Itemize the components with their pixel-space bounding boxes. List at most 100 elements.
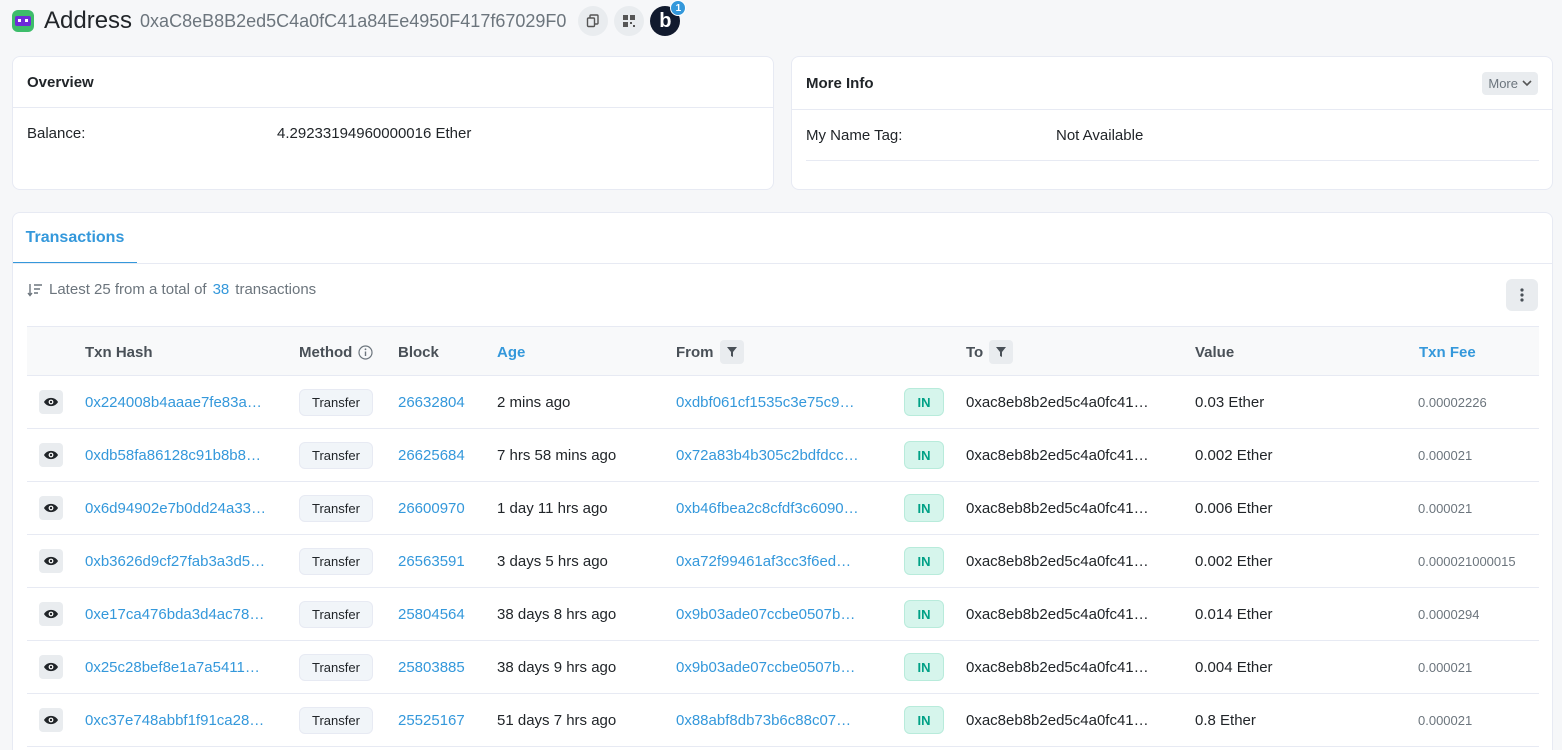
eye-icon[interactable] xyxy=(39,602,63,626)
txn-fee-cell: 0.000021 xyxy=(1418,659,1473,675)
blockscan-letter: b xyxy=(659,9,672,32)
direction-badge: IN xyxy=(904,547,944,575)
direction-badge: IN xyxy=(904,388,944,416)
txn-hash-link[interactable]: 0xc37e748abbf1f91ca28… xyxy=(85,712,277,729)
age-cell-cell: 51 days 7 hrs ago xyxy=(497,694,616,746)
eye-icon[interactable] xyxy=(39,443,63,467)
from-address-link[interactable]: 0x72a83b4b305c2bdfdcc… xyxy=(676,447,868,464)
more-info-card: More Info More My Name Tag: Not Availabl… xyxy=(791,56,1553,190)
copy-button[interactable] xyxy=(578,6,609,36)
from-filter-button[interactable] xyxy=(719,340,744,364)
from-address-link[interactable]: 0x9b03ade07ccbe0507b… xyxy=(676,606,868,623)
preview-cell xyxy=(39,641,63,693)
qr-code-button[interactable] xyxy=(614,6,645,36)
from-address-link[interactable]: 0x9b03ade07ccbe0507b… xyxy=(676,659,868,676)
table-row: 0xdb58fa86128c91b8b8… Transfer 26625684 7 h… xyxy=(27,429,1539,482)
method-cell: Transfer xyxy=(299,588,373,640)
to-address: 0xac8eb8b2ed5c4a0fc41… xyxy=(966,658,1149,676)
value-cell-cell: 0.014 Ether xyxy=(1195,588,1273,640)
col-txn-fee[interactable]: Txn Fee xyxy=(1419,327,1476,377)
chevron-down-icon xyxy=(1522,80,1532,87)
block-link[interactable]: 25803885 xyxy=(398,659,465,676)
txn-hash-link[interactable]: 0xb3626d9cf27fab3a3d5… xyxy=(85,553,277,570)
tab-divider xyxy=(13,263,1552,264)
from-address-link[interactable]: 0xb46fbea2c8cfdf3c6090… xyxy=(676,500,868,517)
method-badge: Transfer xyxy=(299,494,373,522)
method-badge: Transfer xyxy=(299,706,373,734)
block-link[interactable]: 26632804 xyxy=(398,394,465,411)
method-badge: Transfer xyxy=(299,547,373,575)
txn-hash-link-cell: 0x25c28bef8e1a7a5411… xyxy=(85,641,277,693)
eye-icon[interactable] xyxy=(39,549,63,573)
value-cell-cell: 0.8 Ether xyxy=(1195,694,1256,746)
summary-count[interactable]: 38 xyxy=(213,281,230,298)
direction-cell: IN xyxy=(904,588,944,640)
txn-fee-cell-cell: 0.000021000015 xyxy=(1418,535,1516,587)
summary-suffix: transactions xyxy=(235,281,317,298)
name-tag-value: Not Available xyxy=(1056,126,1144,144)
block-link-cell: 26563591 xyxy=(398,535,465,587)
block-link[interactable]: 26625684 xyxy=(398,447,465,464)
txn-fee-cell: 0.000021 xyxy=(1418,500,1473,516)
value-cell-cell: 0.004 Ether xyxy=(1195,641,1273,693)
blockscan-chat-button[interactable]: b 1 xyxy=(650,0,687,36)
to-address: 0xac8eb8b2ed5c4a0fc41… xyxy=(966,446,1149,464)
direction-badge: IN xyxy=(904,706,944,734)
txn-hash-link[interactable]: 0xe17ca476bda3d4ac78… xyxy=(85,606,277,623)
transactions-table: Txn Hash Method Block Age From To Value … xyxy=(27,326,1539,747)
to-address-cell: 0xac8eb8b2ed5c4a0fc41… xyxy=(966,588,1158,640)
direction-cell: IN xyxy=(904,641,944,693)
txn-hash-link[interactable]: 0x224008b4aaae7fe83a… xyxy=(85,394,277,411)
eye-icon[interactable] xyxy=(39,708,63,732)
method-cell: Transfer xyxy=(299,535,373,587)
value-cell: 0.014 Ether xyxy=(1195,605,1273,623)
block-link[interactable]: 26563591 xyxy=(398,553,465,570)
col-value: Value xyxy=(1195,343,1235,361)
direction-cell: IN xyxy=(904,376,944,428)
from-address-link-cell: 0x9b03ade07ccbe0507b… xyxy=(676,588,868,640)
txn-fee-cell-cell: 0.000021 xyxy=(1418,482,1472,534)
more-info-header: More Info More xyxy=(792,57,1552,110)
more-dropdown-button[interactable]: More xyxy=(1482,71,1538,95)
direction-badge: IN xyxy=(904,441,944,469)
txn-hash-link[interactable]: 0x25c28bef8e1a7a5411… xyxy=(85,659,277,676)
to-filter-button[interactable] xyxy=(989,340,1014,364)
txn-hash-link-cell: 0xb3626d9cf27fab3a3d5… xyxy=(85,535,277,587)
table-row: 0xe17ca476bda3d4ac78… Transfer 25804564 38 … xyxy=(27,588,1539,641)
txn-fee-cell: 0.000021 xyxy=(1418,447,1473,463)
block-link-cell: 26600970 xyxy=(398,482,465,534)
block-link[interactable]: 25525167 xyxy=(398,712,465,729)
from-address-link[interactable]: 0xdbf061cf1535c3e75c9… xyxy=(676,394,868,411)
info-icon[interactable] xyxy=(358,344,373,360)
value-cell-cell: 0.03 Ether xyxy=(1195,376,1264,428)
txn-hash-link[interactable]: 0x6d94902e7b0dd24a33… xyxy=(85,500,277,517)
eye-icon[interactable] xyxy=(39,496,63,520)
method-badge: Transfer xyxy=(299,388,373,416)
balance-value: 4.29233194960000016 Ether xyxy=(277,125,472,142)
table-row: 0x25c28bef8e1a7a5411… Transfer 25803885 38 … xyxy=(27,641,1539,694)
from-address-link[interactable]: 0xa72f99461af3cc3f6ed… xyxy=(676,553,868,570)
from-address-link[interactable]: 0x88abf8db73b6c88c07… xyxy=(676,712,868,729)
address-avatar-icon xyxy=(12,10,34,32)
tab-transactions[interactable]: Transactions xyxy=(13,213,137,264)
block-link[interactable]: 25804564 xyxy=(398,606,465,623)
age-cell: 3 days 5 hrs ago xyxy=(497,552,608,570)
eye-icon[interactable] xyxy=(39,655,63,679)
block-link-cell: 26625684 xyxy=(398,429,465,481)
col-age[interactable]: Age xyxy=(497,327,525,377)
age-cell: 2 mins ago xyxy=(497,393,571,411)
col-from-label: From xyxy=(676,343,714,361)
preview-cell xyxy=(39,535,63,587)
txn-fee-cell-cell: 0.000021 xyxy=(1418,694,1472,746)
direction-badge: IN xyxy=(904,653,944,681)
eye-icon[interactable] xyxy=(39,390,63,414)
col-to-label: To xyxy=(966,343,984,361)
direction-cell: IN xyxy=(904,694,944,746)
txn-hash-link[interactable]: 0xdb58fa86128c91b8b8… xyxy=(85,447,277,464)
col-block: Block xyxy=(398,343,439,361)
transactions-summary: Latest 25 from a total of 38 transaction… xyxy=(27,281,316,298)
overview-card: Overview Balance: 4.29233194960000016 Et… xyxy=(12,56,774,190)
block-link[interactable]: 26600970 xyxy=(398,500,465,517)
col-from: From xyxy=(676,327,744,377)
table-options-button[interactable] xyxy=(1506,279,1538,311)
